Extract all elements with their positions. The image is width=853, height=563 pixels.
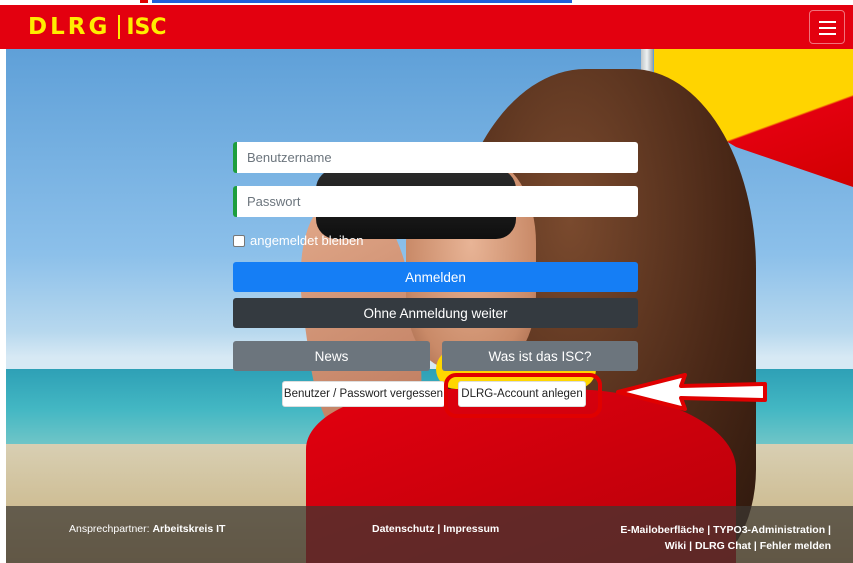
isc-logo-text: ISC [126,14,167,40]
remember-label: angemeldet bleiben [250,233,364,248]
menu-bar [819,21,836,23]
footer-links: E-Mailoberfläche | TYPO3-Administration … [620,522,831,554]
continue-without-login-button[interactable]: Ohne Anmeldung weiter [233,298,638,328]
brand-logo[interactable]: DLRG ISC [28,14,167,40]
contact-link[interactable]: Arbeitskreis IT [152,523,225,535]
webmail-link[interactable]: E-Mailoberfläche [620,524,704,536]
annotation-arrow-icon [616,373,767,411]
logo-separator [118,15,121,39]
password-input[interactable] [233,186,638,217]
remember-me[interactable]: angemeldet bleiben [233,233,363,248]
footer-contact: Ansprechpartner: Arbeitskreis IT [69,523,225,535]
news-button[interactable]: News [233,341,430,371]
footer-separator: | [434,523,444,535]
forgot-credentials-button[interactable]: Benutzer / Passwort vergessen [282,381,445,407]
footer-legal: Datenschutz | Impressum [372,523,499,535]
annotation-highlight-box [444,373,602,418]
typo3-admin-link[interactable]: TYPO3-Administration [713,524,825,536]
top-navbar: DLRG ISC [0,5,853,49]
footer-separator: | [825,524,831,536]
chat-link[interactable]: DLRG Chat [695,540,751,552]
imprint-link[interactable]: Impressum [443,523,499,535]
wiki-link[interactable]: Wiki [665,540,687,552]
privacy-link[interactable]: Datenschutz [372,523,434,535]
menu-bar [819,27,836,29]
username-input[interactable] [233,142,638,173]
dlrg-logo-text: DLRG [28,14,111,40]
remember-checkbox[interactable] [233,234,245,247]
footer-separator: | [704,524,714,536]
annotation-red-mark [140,0,148,3]
annotation-blue-highlight [152,0,572,3]
login-button[interactable]: Anmelden [233,262,638,292]
contact-prefix: Ansprechpartner: [69,523,153,535]
report-error-link[interactable]: Fehler melden [760,540,831,552]
menu-bar [819,33,836,35]
footer-links-line-2: Wiki | DLRG Chat | Fehler melden [620,538,831,554]
hamburger-menu-icon[interactable] [809,10,845,44]
what-is-isc-button[interactable]: Was ist das ISC? [442,341,638,371]
footer-separator: | [686,540,696,552]
footer-links-line-1: E-Mailoberfläche | TYPO3-Administration … [620,522,831,538]
footer-separator: | [751,540,760,552]
page-footer: Ansprechpartner: Arbeitskreis IT Datensc… [6,506,853,563]
